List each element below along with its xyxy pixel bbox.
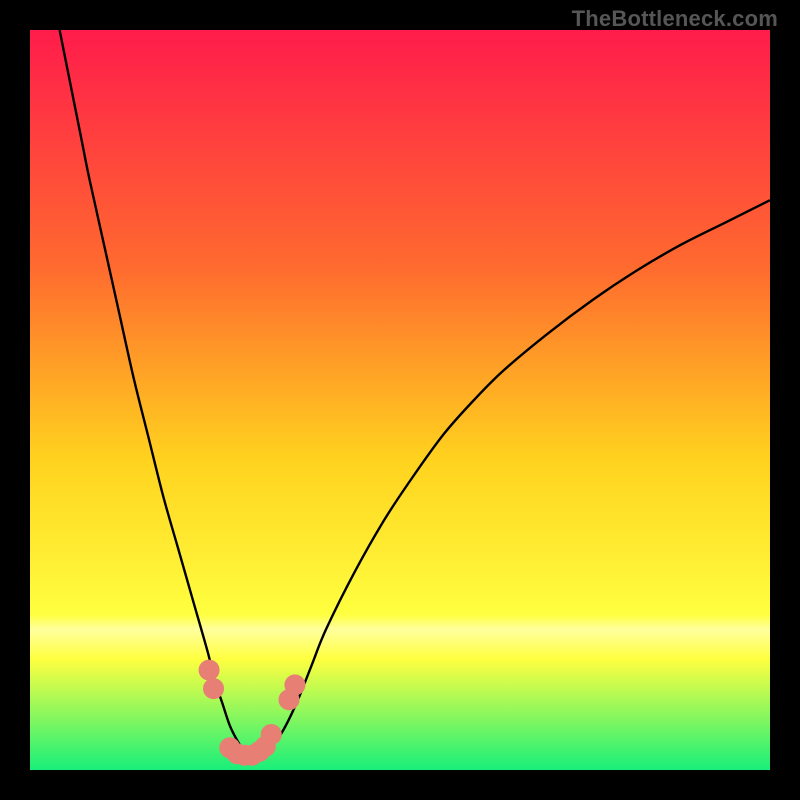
gradient-background xyxy=(30,30,770,770)
watermark-text: TheBottleneck.com xyxy=(572,6,778,32)
plot-area xyxy=(30,30,770,770)
data-marker xyxy=(261,724,281,744)
data-marker xyxy=(285,675,305,695)
bottleneck-chart xyxy=(30,30,770,770)
data-marker xyxy=(204,679,224,699)
chart-frame: TheBottleneck.com xyxy=(0,0,800,800)
data-marker xyxy=(199,660,219,680)
